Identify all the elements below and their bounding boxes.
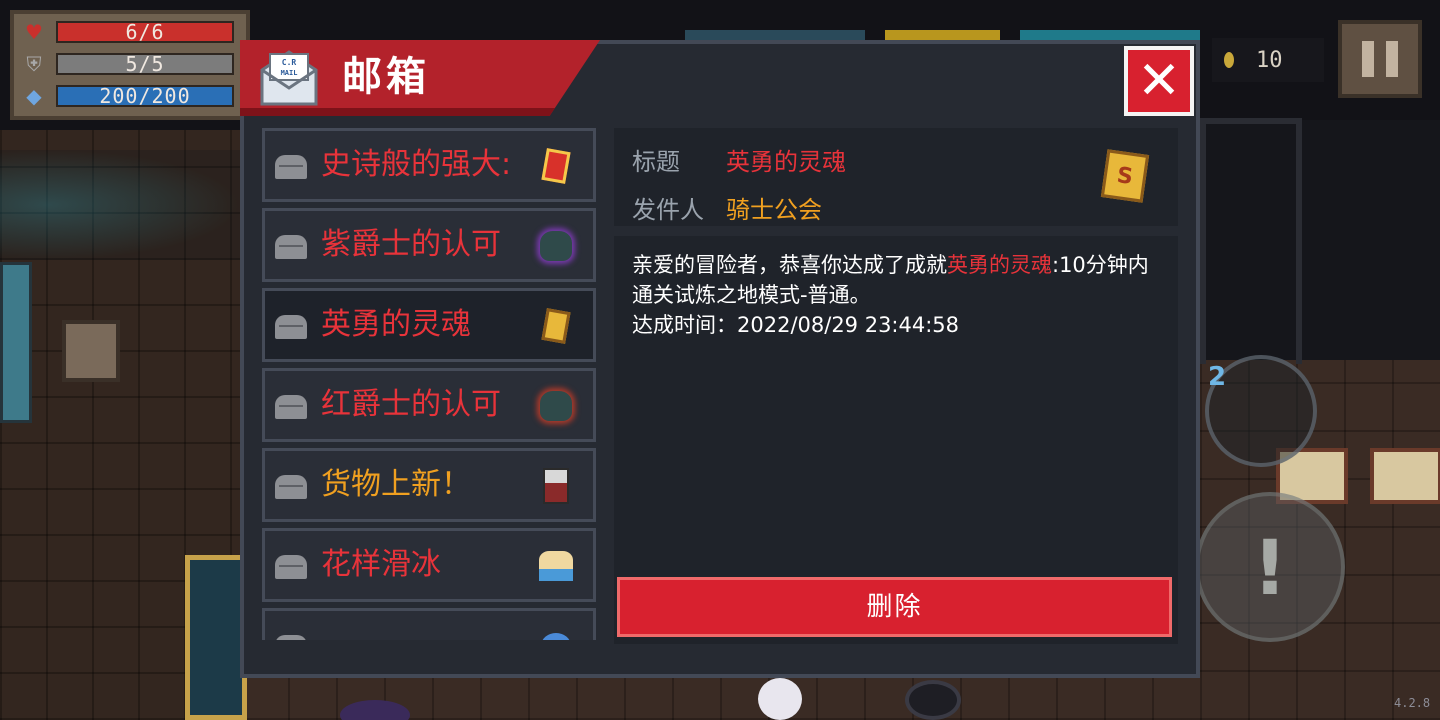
energy-bar: 200/200 [56, 85, 234, 107]
room-frame [1200, 118, 1302, 364]
pause-button[interactable] [1338, 20, 1422, 98]
red-knight-helmet-icon [537, 387, 575, 425]
mail-item[interactable]: 史诗般的强大: [262, 128, 596, 202]
mail-item[interactable]: 货物上新！ [262, 448, 596, 522]
mail-item-partial[interactable] [262, 608, 596, 640]
svg-text:C.R: C.R [282, 58, 297, 67]
heart-icon: ♥ [25, 20, 43, 44]
body-highlight: 英勇的灵魂 [947, 253, 1052, 277]
envelope-icon [275, 555, 307, 579]
mail-item-label: 史诗般的强大: [321, 147, 512, 182]
mail-item[interactable]: 红爵士的认可 [262, 368, 596, 442]
mail-icon: C.R MAIL [260, 50, 318, 106]
rug [185, 555, 247, 720]
envelope-icon [275, 475, 307, 499]
purple-knight-helmet-icon [537, 227, 575, 265]
portal-glow [0, 150, 240, 260]
envelope-icon [275, 155, 307, 179]
envelope-icon [275, 315, 307, 339]
treasure-chest [62, 320, 120, 382]
armor-value: 5/5 [125, 52, 165, 76]
shield-icon: ⛨ [26, 52, 42, 76]
mail-item-label: 英勇的灵魂 [321, 307, 471, 342]
mail-item-label: 货物上新！ [321, 467, 471, 502]
mail-list[interactable]: 史诗般的强大: 紫爵士的认可 英勇的灵魂 红爵士的认可 货物上新！ 花样滑冰 [258, 128, 600, 640]
mail-item-selected[interactable]: 英勇的灵魂 [262, 288, 596, 362]
notice-board [1370, 448, 1440, 504]
mail-item[interactable]: 紫爵士的认可 [262, 208, 596, 282]
mail-body-text: 亲爱的冒险者，恭喜你达成了成就英勇的灵魂:10分钟内通关试炼之地模式-普通。 达… [632, 250, 1152, 340]
body-time: 达成时间：2022/08/29 23:44:58 [632, 313, 960, 337]
sender-label: 发件人 [632, 196, 704, 224]
diamond-icon: ◆ [26, 84, 42, 108]
energy-value: 200/200 [99, 84, 191, 108]
close-icon: ✕ [1137, 51, 1181, 111]
coin-value: 10 [1256, 47, 1283, 73]
red-card-icon [537, 147, 575, 185]
svg-text:MAIL: MAIL [281, 69, 298, 77]
armor-row: ⛨ 5/5 [22, 52, 234, 76]
envelope-icon [275, 395, 307, 419]
mail-item[interactable]: 花样滑冰 [262, 528, 596, 602]
skater-icon [537, 547, 575, 585]
npc-character [905, 680, 961, 720]
skill-charge-count: 2 [1207, 362, 1227, 392]
envelope-icon [275, 635, 307, 640]
merchant-icon [537, 467, 575, 505]
close-button[interactable]: ✕ [1124, 46, 1194, 116]
player-stats-panel: ♥ 6/6 ⛨ 5/5 ◆ 200/200 [10, 10, 250, 120]
armor-bar: 5/5 [56, 53, 234, 75]
sender-value: 骑士公会 [726, 196, 822, 224]
title-label: 标题 [632, 148, 680, 176]
coin-icon [1224, 52, 1234, 68]
pause-icon [1386, 41, 1398, 77]
shelf [0, 262, 32, 423]
pause-icon [1362, 41, 1374, 77]
health-value: 6/6 [125, 20, 165, 44]
gold-card-icon [537, 307, 575, 345]
mail-item-label: 花样滑冰 [321, 547, 441, 582]
mail-item-icon [537, 627, 575, 640]
mail-item-label: 紫爵士的认可 [321, 227, 501, 262]
envelope-icon [275, 235, 307, 259]
coin-counter: 10 [1212, 38, 1324, 82]
delete-button[interactable]: 删除 [617, 577, 1172, 637]
npc-character [758, 678, 802, 720]
title-value: 英勇的灵魂 [726, 148, 846, 176]
body-prefix: 亲爱的冒险者，恭喜你达成了成就 [632, 253, 947, 277]
attack-icon: ! [1252, 522, 1288, 612]
dialog-title: 邮箱 [342, 54, 430, 100]
version-label: 4.2.8 [1394, 696, 1431, 710]
gold-card-icon: S [1100, 149, 1150, 203]
attack-button[interactable]: ! [1195, 492, 1345, 642]
mail-item-label: 红爵士的认可 [321, 387, 501, 422]
health-bar: 6/6 [56, 21, 234, 43]
energy-row: ◆ 200/200 [22, 84, 234, 108]
health-row: ♥ 6/6 [22, 20, 234, 44]
